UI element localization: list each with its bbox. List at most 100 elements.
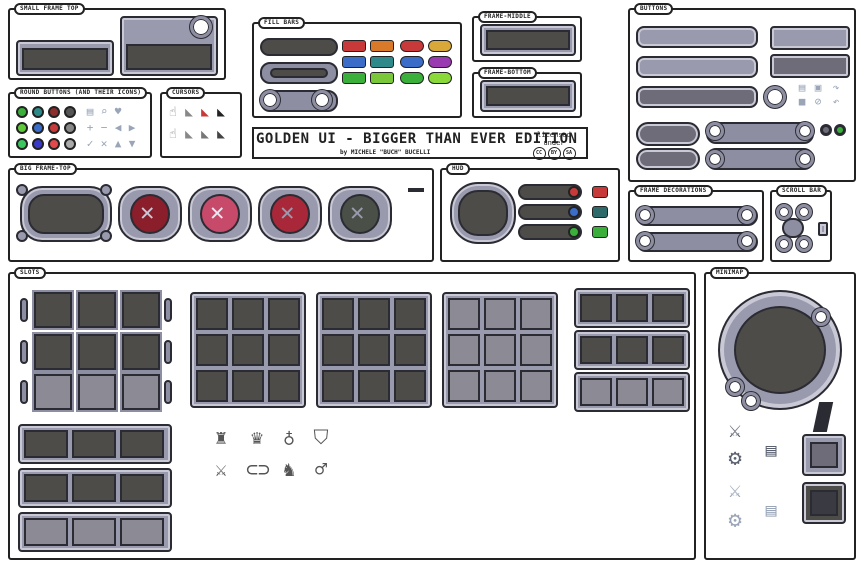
fill-bar-frame xyxy=(260,62,338,84)
armor-icon: ♛ xyxy=(250,425,264,449)
decoration-ring-1 xyxy=(636,206,654,224)
slot-grip-right xyxy=(164,298,172,322)
fill-cap-purple-round xyxy=(428,56,452,68)
hud-portrait xyxy=(450,182,516,244)
crossed-swords-icon[interactable]: ⚔ xyxy=(722,480,748,502)
panel-frame-decorations: FRAME DECORATIONS xyxy=(628,185,764,262)
slot[interactable] xyxy=(78,374,116,410)
redo-icon: ↷ xyxy=(832,81,840,94)
gear-icon[interactable]: ⚙ xyxy=(722,510,748,532)
button-long-1[interactable] xyxy=(636,26,758,48)
fill-bar-ring-left xyxy=(260,90,280,110)
round-button-teal[interactable] xyxy=(32,106,44,118)
gear-icon[interactable]: ⚙ xyxy=(722,448,748,470)
hud-mana-orb xyxy=(568,206,580,218)
section-title: BIG FRAME-TOP xyxy=(14,163,77,175)
section-title: HUD xyxy=(446,163,470,175)
scroll-thumb[interactable] xyxy=(818,222,828,236)
slot[interactable] xyxy=(34,374,72,410)
folder-icon: ■ xyxy=(798,95,806,108)
round-button-blue-2[interactable] xyxy=(32,138,44,150)
scroll-ring-4 xyxy=(796,236,812,252)
panel-small-frame-top: SMALL FRAME TOP xyxy=(8,3,226,80)
scroll-ring-3 xyxy=(776,236,792,252)
slots-grid-dark xyxy=(20,290,172,410)
hud-cap-green xyxy=(592,226,608,238)
round-button-gray-3[interactable] xyxy=(64,138,76,150)
panel-frame-bottom: FRAME-BOTTOM xyxy=(472,67,582,118)
button-oval-2[interactable] xyxy=(636,148,700,170)
decoration-ring-4 xyxy=(738,232,756,250)
menu-icon[interactable]: ▤ xyxy=(758,502,784,520)
arrow-right-icon: ▶ xyxy=(128,121,136,134)
hand-cursor-icon: ☝ xyxy=(169,105,177,120)
menu-icon[interactable]: ▤ xyxy=(758,442,784,460)
close-icon: ✕ xyxy=(350,198,365,226)
minimap-ring-bottom-2 xyxy=(742,392,760,410)
slot[interactable] xyxy=(122,374,160,410)
fill-cap-green-round xyxy=(400,72,424,84)
amulet-icon: ♁ xyxy=(282,425,296,449)
section-title: BUTTONS xyxy=(634,3,674,15)
button-long-2[interactable] xyxy=(636,56,758,78)
slot[interactable] xyxy=(122,334,160,370)
slots-rows-wide xyxy=(18,424,174,554)
slot-grip-left xyxy=(20,340,28,364)
round-button-blue[interactable] xyxy=(32,122,44,134)
button-grid-2[interactable] xyxy=(770,54,850,78)
hud-cap-red xyxy=(592,186,608,198)
cross-icon: ✕ xyxy=(100,137,108,150)
slot[interactable] xyxy=(34,334,72,370)
round-button-green-3[interactable] xyxy=(16,138,28,150)
section-title: FRAME-BOTTOM xyxy=(478,67,537,79)
section-title: ROUND BUTTONS (AND THEIR ICONS) xyxy=(14,87,148,99)
plus-icon: + xyxy=(86,121,94,134)
zoom-button-up[interactable] xyxy=(802,434,846,476)
round-button-red[interactable] xyxy=(48,122,60,134)
panel-slots: SLOTS ♜ ♛ ♁ ⛉ ⚔ ⊂⊃ ♞ ♂ xyxy=(8,267,696,560)
fill-cap-blue-round xyxy=(400,56,424,68)
slot[interactable] xyxy=(78,292,116,328)
slots-grid-c xyxy=(442,292,558,408)
crossed-swords-icon[interactable]: ⚔ xyxy=(722,420,748,442)
bolt-4 xyxy=(100,230,112,242)
round-button-green-2[interactable] xyxy=(16,122,28,134)
close-button-red[interactable]: ✕ xyxy=(118,186,182,242)
scroll-track[interactable] xyxy=(782,218,804,238)
minimap-ring-bottom-1 xyxy=(726,378,744,396)
button-grid-1[interactable] xyxy=(770,26,850,50)
toggle-button-on[interactable] xyxy=(834,124,846,136)
arrow-cursor-black-icon: ◣ xyxy=(217,105,225,120)
close-icon: ✕ xyxy=(140,198,155,226)
slot[interactable] xyxy=(78,334,116,370)
slot[interactable] xyxy=(122,292,160,328)
boots-icon: ♞ xyxy=(282,457,296,481)
round-button-red-2[interactable] xyxy=(48,138,60,150)
round-button-darkred[interactable] xyxy=(48,106,60,118)
close-button-disabled[interactable]: ✕ xyxy=(328,186,392,242)
button-long-3[interactable] xyxy=(636,86,758,108)
slot[interactable] xyxy=(34,292,72,328)
zoom-button-down[interactable] xyxy=(802,482,846,524)
hud-cap-teal xyxy=(592,206,608,218)
button-oval-1[interactable] xyxy=(636,122,700,146)
license-text: licensed under xyxy=(537,131,571,147)
panel-fill-bars: FILL BARS xyxy=(252,17,462,118)
close-button-pink[interactable]: ✕ xyxy=(188,186,252,242)
close-icon: ✕ xyxy=(280,198,295,226)
undo-icon: ↶ xyxy=(832,95,840,108)
close-button-pressed[interactable]: ✕ xyxy=(258,186,322,242)
shield-icon: ⛉ xyxy=(313,425,329,449)
round-button-gray-2[interactable] xyxy=(64,122,76,134)
section-title: SLOTS xyxy=(14,267,46,279)
toggle-button-off[interactable] xyxy=(820,124,832,136)
hud-stamina-orb xyxy=(568,226,580,238)
section-title: SCROLL BAR xyxy=(776,185,828,197)
round-button-green[interactable] xyxy=(16,106,28,118)
button-ring[interactable] xyxy=(764,86,786,108)
fill-cap-teal xyxy=(370,56,394,68)
hud-health-orb xyxy=(568,186,580,198)
round-button-gray[interactable] xyxy=(64,106,76,118)
by-badge: BY xyxy=(547,147,561,160)
fill-cap-red-round xyxy=(400,40,424,52)
